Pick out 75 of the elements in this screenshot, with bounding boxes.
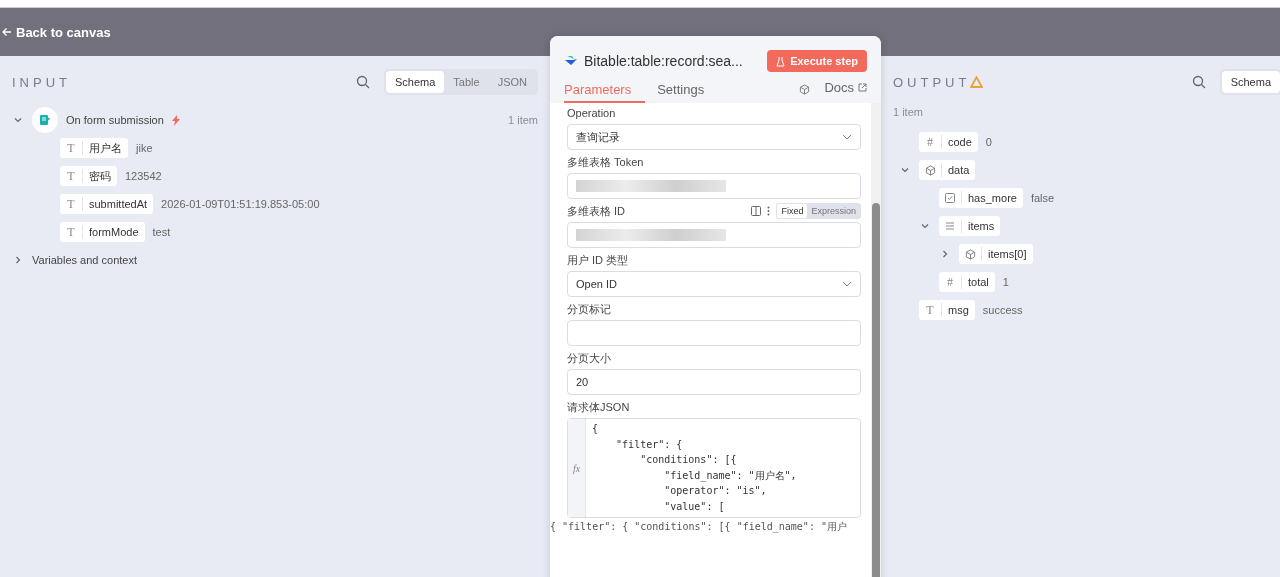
code-editor[interactable]: fx { "filter": { "conditions": [{ "field_name": "用户名", "operator": "is", "value": [ xyxy=(567,418,861,518)
field-value: 1 xyxy=(1002,276,1009,288)
context-label[interactable]: Variables and context xyxy=(32,254,137,266)
field-key-tag: items[0] xyxy=(959,244,1033,264)
code-line: "value": [ xyxy=(663,499,726,514)
docs-link[interactable]: Docs xyxy=(824,80,867,103)
search-icon[interactable] xyxy=(356,75,370,89)
parameter-label: 分页标记 xyxy=(567,301,612,317)
parameter-label: 用户 ID 类型 xyxy=(567,252,630,268)
field-key-tag: # code xyxy=(919,132,978,152)
field-value: 0 xyxy=(985,136,992,148)
caret-icon xyxy=(842,134,852,140)
parameter-label: 分页大小 xyxy=(567,350,612,366)
panel-title: OUTPUT xyxy=(893,74,971,90)
view-tab[interactable]: Schema xyxy=(1221,71,1280,93)
view-tab[interactable]: JSON xyxy=(488,71,536,93)
panel-title: INPUT xyxy=(12,74,71,90)
field-value: false xyxy=(1030,192,1055,204)
select-field[interactable]: Open ID xyxy=(567,271,861,297)
external-link-icon xyxy=(858,83,867,92)
code-line: "field_name": "用户名", xyxy=(663,468,798,483)
item-count: 1 item xyxy=(893,106,923,118)
app-logo-icon xyxy=(564,55,578,67)
panel-toggle-icon[interactable] xyxy=(751,206,762,216)
code-line: "filter": { xyxy=(615,437,684,452)
field-key-tag: T formMode xyxy=(60,222,145,242)
caret-icon xyxy=(842,281,852,287)
field-key-tag: data xyxy=(919,160,976,180)
flask-icon xyxy=(776,55,786,67)
input-field[interactable] xyxy=(567,222,861,248)
parameter-label: 多维表格 Token xyxy=(567,154,645,170)
back-to-canvas-link[interactable]: Back to canvas xyxy=(2,24,111,40)
node-name: On form submission xyxy=(66,114,164,126)
field-key-tag: T 用户名 xyxy=(60,138,128,158)
field-value: success xyxy=(982,304,1023,316)
scrollbar-thumb[interactable] xyxy=(872,203,880,577)
json-preview: { "filter": { "conditions": [{ "field_name": "用户 xyxy=(550,521,847,533)
field-value: 2026-01-09T01:51:19.853-05:00 xyxy=(161,198,320,210)
form-node-icon xyxy=(32,107,58,133)
field-key-tag: T 密码 xyxy=(60,166,117,186)
field-value: 123542 xyxy=(125,170,162,182)
field-value: jike xyxy=(136,142,153,154)
more-options-icon[interactable] xyxy=(767,206,771,216)
input-field[interactable]: 20 xyxy=(567,369,861,395)
cube-icon xyxy=(799,84,811,95)
node-title: Bitable:table:record:sea... xyxy=(584,53,744,69)
search-icon[interactable] xyxy=(1191,75,1206,89)
parameter-label: Operation xyxy=(567,107,617,119)
list-icon xyxy=(945,222,955,230)
cube-icon xyxy=(924,164,936,176)
view-tab[interactable]: Table xyxy=(444,71,489,93)
code-line: "conditions": [{ xyxy=(639,453,738,467)
expression-label: fx xyxy=(568,419,586,517)
select-field[interactable]: 查询记录 xyxy=(567,124,861,150)
back-arrow-icon xyxy=(2,27,12,37)
mode-toggle[interactable]: Fixed xyxy=(777,204,808,218)
panel-tab[interactable]: Settings xyxy=(657,78,719,103)
item-count: 1 item xyxy=(508,114,538,126)
field-key-tag: items xyxy=(939,216,1001,236)
mode-toggle[interactable]: Expression xyxy=(807,204,860,218)
parameter-label: 请求体JSON xyxy=(567,399,631,415)
code-line: "operator": "is", xyxy=(663,484,768,498)
lightning-icon xyxy=(171,114,180,126)
field-key-tag: T submittedAt xyxy=(60,194,154,214)
code-line: { xyxy=(592,422,600,436)
view-tab[interactable]: Schema xyxy=(386,71,445,93)
field-key-tag: T msg xyxy=(919,300,975,320)
input-field[interactable] xyxy=(567,320,861,346)
field-key-tag: has_more xyxy=(939,188,1023,208)
input-field[interactable] xyxy=(567,173,861,199)
field-value: test xyxy=(152,226,171,238)
cube-icon xyxy=(964,248,976,260)
field-key-tag: # total xyxy=(939,272,995,292)
parameter-label: 多维表格 ID xyxy=(567,203,627,219)
checkbox-icon xyxy=(945,193,955,203)
